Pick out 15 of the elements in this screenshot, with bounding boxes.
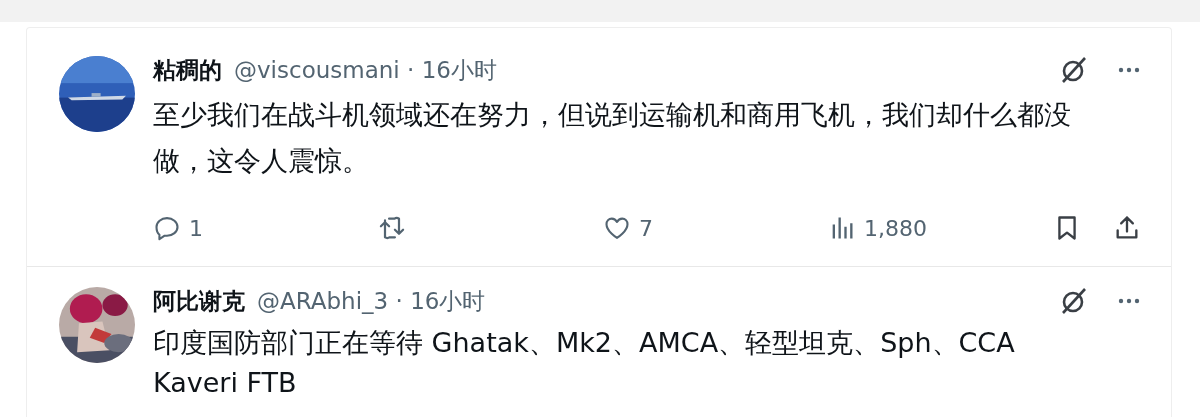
user-name[interactable]: 粘稠的 <box>153 54 222 86</box>
more-icon[interactable] <box>1117 66 1141 74</box>
user-handle[interactable]: @viscousmani · 16小时 <box>234 54 497 86</box>
count-label: 1,880 <box>864 215 927 241</box>
more-icon[interactable] <box>1117 297 1141 305</box>
slashed-circle-icon[interactable] <box>1059 55 1089 85</box>
count-label: 1 <box>189 215 203 241</box>
user-handle[interactable]: @ARAbhi_3 · 16小时 <box>257 285 486 317</box>
slashed-circle-icon[interactable] <box>1059 286 1089 316</box>
speech-bubble-icon[interactable] <box>153 214 181 242</box>
repost-icon[interactable] <box>378 214 406 242</box>
tweet-text: 印度国防部门正在等待 Ghatak、Mk2、AMCA、轻型坦克、Sph、CCA Kaveri FTB <box>153 326 1016 400</box>
tweet-text: 至少我们在战斗机领域还在努力，但说到运输机和商用飞机，我们却什么都没做，这令人震惊。 <box>153 98 1071 178</box>
user-name[interactable]: 阿比谢克 <box>153 285 245 317</box>
count-label: 7 <box>639 215 653 241</box>
